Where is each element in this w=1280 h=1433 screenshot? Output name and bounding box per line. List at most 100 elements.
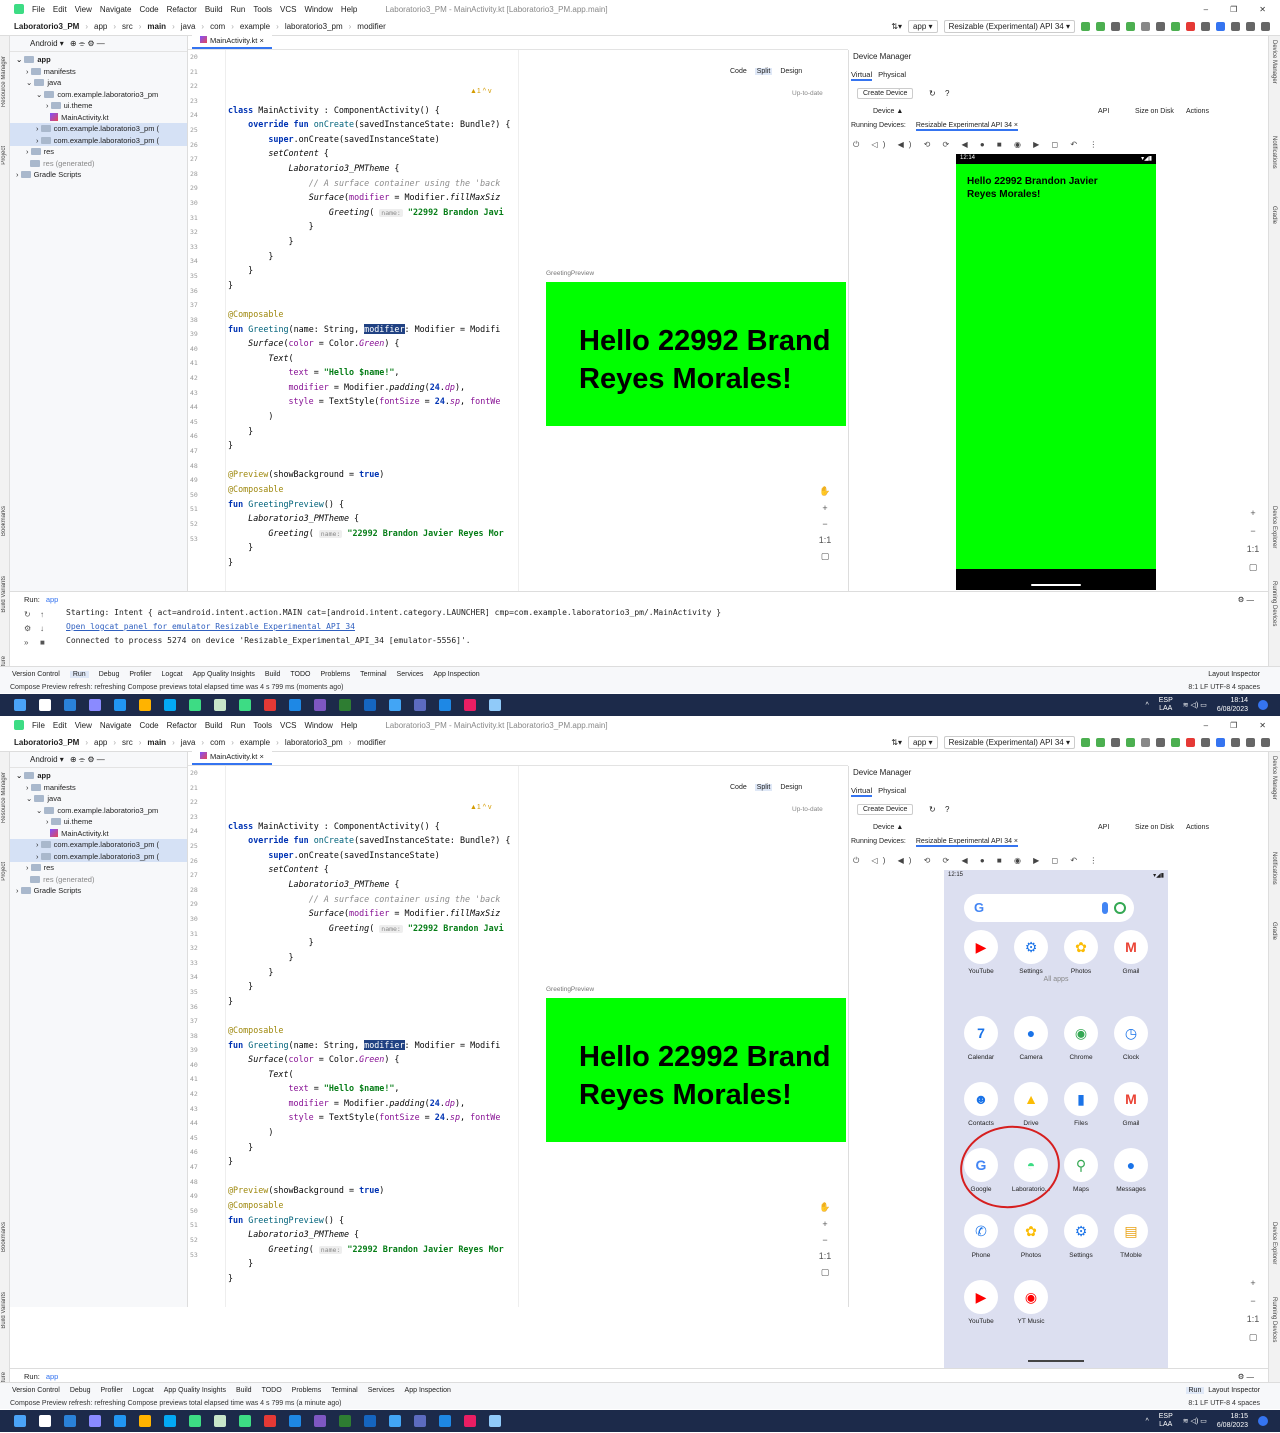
taskbar-app-icon[interactable]	[314, 1415, 326, 1427]
breadcrumb-item[interactable]: modifier	[355, 22, 387, 31]
tool-window-device-manager[interactable]: Device Manager	[1271, 756, 1277, 800]
inspection-widget[interactable]: ▲1 ^ v	[470, 88, 492, 95]
run-config-dropdown[interactable]: app ▾	[907, 20, 938, 33]
taskbar-app-icon[interactable]	[439, 699, 451, 711]
tree-item[interactable]: res (generated)	[10, 158, 187, 170]
tool-app-quality-insights[interactable]: App Quality Insights	[193, 671, 255, 678]
rerun-icon[interactable]: ↻	[24, 610, 31, 619]
breadcrumb-item[interactable]: laboratorio3_pm	[283, 738, 345, 747]
menu-help[interactable]: Help	[341, 5, 357, 14]
toolbar-action-icon[interactable]	[1126, 22, 1135, 31]
tool-debug[interactable]: Debug	[99, 671, 120, 678]
tree-item[interactable]: › res	[10, 146, 187, 158]
menu-window[interactable]: Window	[304, 5, 332, 14]
tree-item[interactable]: ⌄ app	[10, 770, 187, 782]
menu-navigate[interactable]: Navigate	[100, 721, 132, 730]
app-icon-gmail[interactable]: M Gmail	[1106, 930, 1156, 975]
breadcrumb-item[interactable]: java	[179, 738, 198, 747]
tool-window-project[interactable]: Project	[1, 862, 7, 881]
tool-window-running-devices[interactable]: Running Devices	[1271, 581, 1277, 626]
app-icon-files[interactable]: ▮ Files	[1056, 1082, 1106, 1127]
toolbar-action-icon[interactable]	[1201, 22, 1210, 31]
breadcrumb-item[interactable]: modifier	[355, 738, 387, 747]
breadcrumb-item[interactable]: com	[208, 738, 227, 747]
toolbar-action-icon[interactable]	[1096, 738, 1105, 747]
input-language[interactable]: ESP LAA	[1159, 697, 1173, 713]
emulator-screen[interactable]: 12:14 ▾◢▮ Hello 22992 Brandon Javier Reyes…	[956, 154, 1156, 590]
gesture-bar[interactable]	[1031, 584, 1081, 586]
menu-code[interactable]: Code	[139, 5, 158, 14]
pan-icon[interactable]: ✋	[819, 1202, 830, 1213]
menu-window[interactable]: Window	[304, 721, 332, 730]
tree-item[interactable]: MainActivity.kt	[10, 828, 187, 840]
taskbar-app-icon[interactable]	[464, 699, 476, 711]
tree-item[interactable]: ⌄ java	[10, 77, 187, 89]
app-icon-gmail[interactable]: M Gmail	[1106, 1082, 1156, 1127]
taskbar-app-icon[interactable]	[414, 1415, 426, 1427]
tool-build[interactable]: Build	[236, 1387, 252, 1394]
tool-window-device-explorer[interactable]: Device Explorer	[1271, 506, 1277, 548]
toolbar-action-icon[interactable]	[1261, 22, 1270, 31]
toolbar-action-icon[interactable]	[1171, 22, 1180, 31]
taskbar-app-icon[interactable]	[164, 699, 176, 711]
app-icon-phone[interactable]: ✆ Phone	[956, 1214, 1006, 1259]
breadcrumb-item[interactable]: laboratorio3_pm	[283, 22, 345, 31]
menu-build[interactable]: Build	[205, 5, 223, 14]
tree-item[interactable]: › com.example.laboratorio3_pm (	[10, 850, 187, 862]
refresh-icon[interactable]: ↻	[929, 805, 936, 814]
taskbar-app-icon[interactable]	[114, 1415, 126, 1427]
menu-help[interactable]: Help	[341, 721, 357, 730]
emulator-controls[interactable]: ⏻ ◁) ◀) ⟲ ⟳ ◀ ● ■ ◉ ▶ ◻ ↶ ⋮	[853, 140, 1102, 150]
menu-tools[interactable]: Tools	[253, 5, 272, 14]
taskbar-app-icon[interactable]	[489, 699, 501, 711]
run-settings-icon[interactable]: ⚙ —	[1238, 595, 1268, 604]
toolbar-action-icon[interactable]	[1216, 22, 1225, 31]
app-icon-calendar[interactable]: 7 Calendar	[956, 1016, 1006, 1061]
create-device-button[interactable]: Create Device	[857, 88, 914, 99]
taskbar-app-icon[interactable]	[239, 1415, 251, 1427]
toolbar-action-icon[interactable]	[1186, 738, 1195, 747]
menu-vcs[interactable]: VCS	[280, 721, 296, 730]
toolbar-action-icon[interactable]	[1261, 738, 1270, 747]
breadcrumb-item[interactable]: example	[238, 22, 272, 31]
tray-chevron-icon[interactable]: ^	[1145, 1418, 1148, 1425]
taskbar-app-icon[interactable]	[339, 699, 351, 711]
tool-app-inspection[interactable]: App Inspection	[433, 671, 479, 678]
toolbar-action-icon[interactable]	[1231, 738, 1240, 747]
tool-window-bookmarks[interactable]: Bookmarks	[1, 506, 7, 536]
taskbar-app-icon[interactable]	[414, 699, 426, 711]
tool-terminal[interactable]: Terminal	[360, 671, 386, 678]
menu-vcs[interactable]: VCS	[280, 5, 296, 14]
view-mode-split[interactable]: Split	[754, 68, 773, 75]
taskbar-app-icon[interactable]	[214, 1415, 226, 1427]
tool-services[interactable]: Services	[368, 1387, 395, 1394]
wifi-sound-battery-icons[interactable]: ≋ ◁) ▭	[1183, 701, 1207, 709]
create-device-button[interactable]: Create Device	[857, 804, 914, 815]
taskbar-app-icon[interactable]	[464, 1415, 476, 1427]
menu-view[interactable]: View	[75, 721, 92, 730]
zoom-in-icon[interactable]: +	[1250, 1278, 1255, 1288]
toolbar-action-icon[interactable]	[1141, 22, 1150, 31]
taskbar-app-icon[interactable]	[289, 1415, 301, 1427]
toolbar-action-icon[interactable]	[1171, 738, 1180, 747]
breadcrumb-item[interactable]: main	[145, 738, 168, 747]
tool-window-build-variants[interactable]: Build Variants	[1, 1292, 7, 1329]
tool-app-inspection[interactable]: App Inspection	[405, 1387, 451, 1394]
tool-todo[interactable]: TODO	[290, 671, 310, 678]
menu-tools[interactable]: Tools	[253, 721, 272, 730]
app-icon-youtube[interactable]: ▶ YouTube	[956, 1280, 1006, 1325]
tree-item[interactable]: ⌄ app	[10, 54, 187, 66]
code-text[interactable]: class MainActivity : ComponentActivity()…	[228, 804, 518, 1345]
taskbar-app-icon[interactable]	[189, 699, 201, 711]
notification-badge-icon[interactable]	[1258, 700, 1268, 710]
col-size[interactable]: Size on Disk	[1135, 824, 1174, 831]
tree-item[interactable]: ⌄ com.example.laboratorio3_pm	[10, 805, 187, 817]
scroll-up-icon[interactable]: ↑	[40, 610, 45, 619]
layout-inspector-button[interactable]: Layout Inspector	[1208, 671, 1280, 678]
col-device[interactable]: Device ▲	[873, 824, 903, 831]
menu-edit[interactable]: Edit	[53, 5, 67, 14]
toolbar-action-icon[interactable]	[1246, 22, 1255, 31]
system-clock[interactable]: 18:15 6/08/2023	[1217, 1412, 1248, 1430]
taskbar-app-icon[interactable]	[339, 1415, 351, 1427]
taskbar-app-icon[interactable]	[64, 1415, 76, 1427]
